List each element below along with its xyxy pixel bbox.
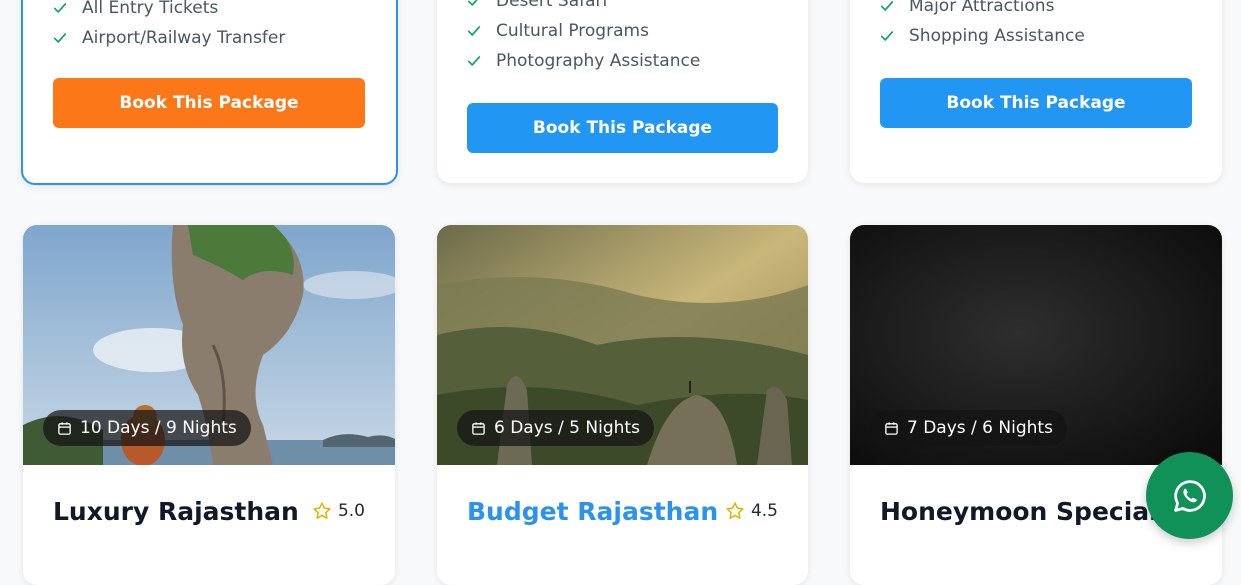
feature-label: All Entry Tickets bbox=[82, 0, 219, 18]
feature-list: Desert Safari Cultural Programs Photogra… bbox=[467, 0, 700, 76]
duration-badge: 6 Days / 5 Nights bbox=[457, 410, 654, 446]
duration-label: 6 Days / 5 Nights bbox=[494, 418, 640, 438]
package-title[interactable]: Budget Rajasthan bbox=[467, 497, 718, 526]
check-icon bbox=[53, 31, 67, 45]
package-card-top-1: All Entry Tickets Airport/Railway Transf… bbox=[21, 0, 398, 185]
package-title[interactable]: Luxury Rajasthan bbox=[53, 497, 299, 526]
feature-label: Major Attractions bbox=[909, 0, 1055, 16]
package-card-budget[interactable]: 6 Days / 5 Nights Budget Rajasthan 4.5 bbox=[437, 225, 808, 585]
check-icon bbox=[880, 29, 894, 43]
package-card-top-3: Major Attractions Shopping Assistance Bo… bbox=[850, 0, 1222, 183]
feature-item: Shopping Assistance bbox=[880, 21, 1085, 51]
feature-label: Photography Assistance bbox=[496, 51, 701, 71]
feature-item: Airport/Railway Transfer bbox=[53, 23, 285, 53]
duration-badge: 10 Days / 9 Nights bbox=[43, 410, 251, 446]
rating-value: 5.0 bbox=[337, 501, 365, 521]
duration-badge: 7 Days / 6 Nights bbox=[870, 410, 1067, 446]
feature-item: Major Attractions bbox=[880, 0, 1085, 21]
package-title[interactable]: Honeymoon Special bbox=[880, 497, 1158, 526]
feature-label: Desert Safari bbox=[496, 0, 608, 11]
whatsapp-button[interactable] bbox=[1146, 452, 1233, 539]
book-package-button[interactable]: Book This Package bbox=[880, 78, 1192, 128]
duration-label: 10 Days / 9 Nights bbox=[80, 418, 237, 438]
package-image-dark: 7 Days / 6 Nights bbox=[850, 225, 1222, 465]
package-card-top-2: Desert Safari Cultural Programs Photogra… bbox=[437, 0, 808, 183]
calendar-icon bbox=[58, 421, 71, 435]
rating: 5.0 bbox=[312, 501, 365, 521]
rating: 4.5 bbox=[725, 501, 778, 521]
feature-item: All Entry Tickets bbox=[53, 0, 285, 23]
book-package-button[interactable]: Book This Package bbox=[467, 103, 778, 153]
package-image-mountains: 6 Days / 5 Nights bbox=[437, 225, 808, 465]
duration-label: 7 Days / 6 Nights bbox=[907, 418, 1053, 438]
feature-label: Cultural Programs bbox=[496, 21, 649, 41]
package-card-luxury[interactable]: 10 Days / 9 Nights Luxury Rajasthan 5.0 bbox=[23, 225, 395, 585]
check-icon bbox=[880, 0, 894, 13]
check-icon bbox=[467, 24, 481, 38]
feature-item: Desert Safari bbox=[467, 0, 700, 16]
star-icon bbox=[313, 502, 331, 519]
check-icon bbox=[467, 54, 481, 68]
feature-list: All Entry Tickets Airport/Railway Transf… bbox=[53, 0, 285, 53]
feature-item: Cultural Programs bbox=[467, 16, 700, 46]
package-image-rock-island: 10 Days / 9 Nights bbox=[23, 225, 395, 465]
rating-value: 4.5 bbox=[750, 501, 778, 521]
feature-item: Photography Assistance bbox=[467, 46, 700, 76]
star-icon bbox=[726, 502, 744, 519]
whatsapp-icon bbox=[1173, 479, 1206, 512]
check-icon bbox=[53, 1, 67, 15]
calendar-icon bbox=[472, 421, 485, 435]
feature-list: Major Attractions Shopping Assistance bbox=[880, 0, 1085, 51]
feature-label: Shopping Assistance bbox=[909, 26, 1085, 46]
book-package-button[interactable]: Book This Package bbox=[53, 78, 365, 128]
feature-label: Airport/Railway Transfer bbox=[82, 28, 286, 48]
calendar-icon bbox=[885, 421, 898, 435]
check-icon bbox=[467, 0, 481, 8]
